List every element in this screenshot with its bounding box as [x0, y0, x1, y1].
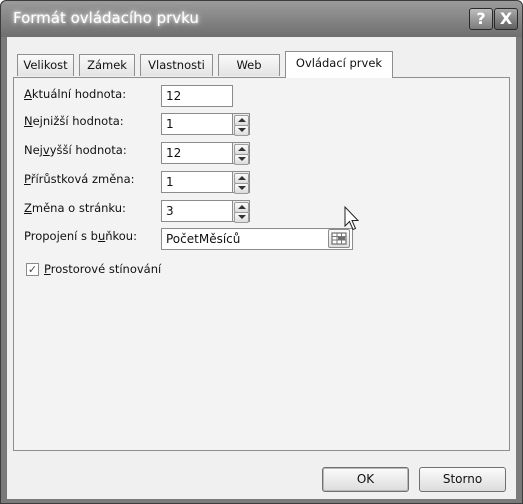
help-icon: ? [476, 9, 486, 28]
ok-button[interactable]: OK [322, 467, 409, 492]
shading-label[interactable]: Prostorové stínování [44, 262, 161, 276]
cell-link-input[interactable]: PočetMěsíců [161, 228, 353, 250]
check-icon: ✓ [27, 263, 38, 276]
shading-checkbox[interactable]: ✓ [26, 263, 39, 276]
current-value-input[interactable]: 12 [161, 85, 233, 107]
increment-spinner[interactable] [233, 171, 250, 194]
page-change-input[interactable]: 3 [161, 200, 233, 222]
help-button[interactable]: ? [469, 8, 493, 30]
dialog-title: Formát ovládacího prvku [13, 9, 199, 27]
max-value-label: Nejvyšší hodnota: [24, 143, 127, 157]
spin-down-icon[interactable] [234, 183, 249, 194]
cell-link-label: Propojení s buňkou: [24, 229, 137, 243]
increment-input[interactable]: 1 [161, 171, 233, 193]
tab-panel: Aktuální hodnota: 12 Nejnižší hodnota: 1… [13, 77, 510, 451]
collapse-dialog-icon [331, 232, 347, 245]
min-value-spinner[interactable] [233, 113, 250, 136]
dialog-window: Formát ovládacího prvku ? X Velikost Zám… [0, 0, 523, 504]
close-icon: X [499, 9, 513, 28]
page-change-spinner[interactable] [233, 200, 250, 223]
tab-ovladaci-prvek[interactable]: Ovládací prvek [285, 51, 393, 78]
title-bar[interactable]: Formát ovládacího prvku ? X [1, 1, 522, 37]
spin-down-icon[interactable] [234, 125, 249, 136]
tab-vlastnosti[interactable]: Vlastnosti [140, 54, 213, 76]
page-change-label: Změna o stránku: [24, 201, 126, 215]
min-value-label: Nejnižší hodnota: [24, 114, 124, 128]
tab-velikost[interactable]: Velikost [17, 54, 74, 76]
tab-zamek[interactable]: Zámek [79, 54, 135, 76]
current-value-label: Aktuální hodnota: [24, 87, 127, 101]
dialog-body: Velikost Zámek Vlastnosti Web Ovládací p… [7, 37, 516, 499]
max-value-spinner[interactable] [233, 142, 250, 165]
min-value-input[interactable]: 1 [161, 113, 233, 135]
spin-down-icon[interactable] [234, 154, 249, 165]
tab-web[interactable]: Web [218, 54, 280, 76]
max-value-input[interactable]: 12 [161, 142, 233, 164]
mouse-pointer-icon [344, 206, 360, 231]
cancel-button[interactable]: Storno [419, 467, 506, 492]
increment-label: Přírůstková změna: [24, 172, 135, 186]
close-button[interactable]: X [494, 8, 518, 30]
spin-down-icon[interactable] [234, 212, 249, 223]
